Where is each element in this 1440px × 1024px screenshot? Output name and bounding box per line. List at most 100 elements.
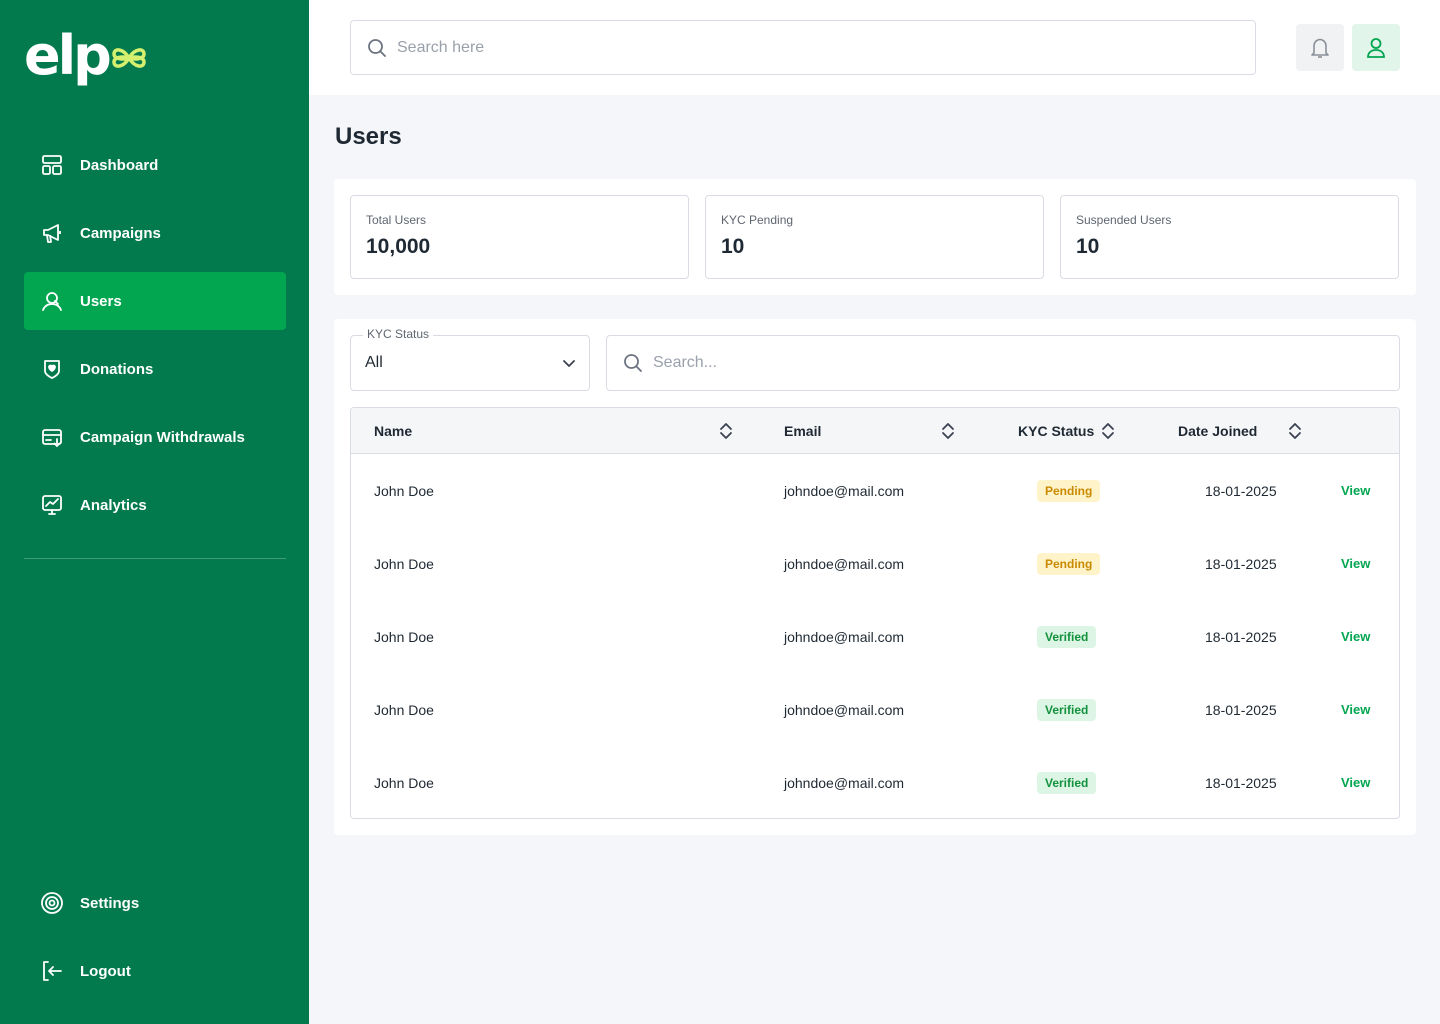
sidebar-item-campaign-withdrawals[interactable]: Campaign Withdrawals bbox=[24, 408, 286, 466]
stat-label: KYC Pending bbox=[721, 213, 794, 227]
sidebar-item-settings[interactable]: Settings bbox=[24, 874, 286, 932]
analytics-icon bbox=[40, 493, 64, 517]
table-header: Name Email KYC Status Date Joined bbox=[351, 408, 1399, 454]
status-badge: Verified bbox=[1037, 771, 1097, 794]
view-link[interactable]: View bbox=[1341, 556, 1370, 571]
logo-mark-icon bbox=[112, 48, 146, 68]
kyc-status-label: KYC Status bbox=[363, 327, 434, 341]
stat-label: Total Users bbox=[366, 213, 427, 227]
table-row: John Doe johndoe@mail.com Verified 18-01… bbox=[351, 746, 1399, 818]
stats-panel: Total Users 10,000 KYC Pending 10 Suspen… bbox=[334, 179, 1416, 295]
cell-kyc-status: Pending bbox=[1037, 454, 1101, 527]
megaphone-icon bbox=[40, 221, 64, 245]
cell-action: View bbox=[1341, 454, 1370, 527]
cell-kyc-status: Verified bbox=[1037, 600, 1097, 673]
users-icon bbox=[40, 289, 64, 313]
stat-label: Suspended Users bbox=[1076, 213, 1172, 227]
cell-action: View bbox=[1341, 746, 1370, 818]
column-header-kyc-status[interactable]: KYC Status bbox=[1018, 408, 1094, 454]
sidebar: elp Dashboard Campaigns Users Donations … bbox=[0, 0, 309, 1024]
sort-icon[interactable] bbox=[716, 421, 736, 441]
cell-date-joined: 18-01-2025 bbox=[1205, 774, 1277, 791]
stat-total-users: Total Users 10,000 bbox=[350, 195, 689, 279]
status-badge: Verified bbox=[1037, 698, 1097, 721]
sidebar-item-label: Dashboard bbox=[80, 156, 159, 174]
global-search[interactable] bbox=[350, 20, 1256, 75]
dashboard-icon bbox=[40, 153, 64, 177]
sort-icon[interactable] bbox=[938, 421, 958, 441]
top-bar bbox=[309, 0, 1440, 95]
kyc-status-select[interactable]: KYC Status All bbox=[350, 327, 590, 391]
cell-email: johndoe@mail.com bbox=[784, 555, 905, 572]
stat-value: 10,000 bbox=[366, 235, 431, 258]
cell-email: johndoe@mail.com bbox=[784, 628, 905, 645]
cell-date-joined: 18-01-2025 bbox=[1205, 628, 1277, 645]
sidebar-item-donations[interactable]: Donations bbox=[24, 340, 286, 398]
cell-email: johndoe@mail.com bbox=[784, 482, 905, 499]
global-search-input[interactable] bbox=[397, 38, 1108, 57]
notifications-button[interactable] bbox=[1296, 24, 1344, 71]
sidebar-item-label: Logout bbox=[80, 962, 131, 980]
sidebar-item-label: Campaign Withdrawals bbox=[80, 428, 245, 446]
users-table: Name Email KYC Status Date Joined John D… bbox=[350, 407, 1400, 819]
cell-name: John Doe bbox=[374, 701, 434, 718]
view-link[interactable]: View bbox=[1341, 702, 1370, 717]
cell-date-joined: 18-01-2025 bbox=[1205, 482, 1277, 499]
status-badge: Verified bbox=[1037, 625, 1097, 648]
chevron-down-icon bbox=[563, 360, 575, 367]
status-badge: Pending bbox=[1037, 552, 1101, 575]
stat-kyc-pending: KYC Pending 10 bbox=[705, 195, 1044, 279]
table-row: John Doe johndoe@mail.com Verified 18-01… bbox=[351, 673, 1399, 746]
cell-kyc-status: Verified bbox=[1037, 673, 1097, 746]
sidebar-item-users[interactable]: Users bbox=[24, 272, 286, 330]
cell-name: John Doe bbox=[374, 482, 434, 499]
sidebar-item-label: Settings bbox=[80, 894, 140, 912]
sidebar-bottom-nav: Settings Logout bbox=[24, 874, 286, 1010]
stat-value: 10 bbox=[721, 235, 745, 258]
logo-text: elp bbox=[24, 24, 112, 87]
sort-icon[interactable] bbox=[1285, 421, 1305, 441]
withdrawal-icon bbox=[40, 425, 64, 449]
view-link[interactable]: View bbox=[1341, 775, 1370, 790]
table-row: John Doe johndoe@mail.com Verified 18-01… bbox=[351, 600, 1399, 673]
sidebar-item-label: Users bbox=[80, 292, 122, 310]
table-row: John Doe johndoe@mail.com Pending 18-01-… bbox=[351, 527, 1399, 600]
view-link[interactable]: View bbox=[1341, 629, 1370, 644]
status-badge: Pending bbox=[1037, 479, 1101, 502]
cell-date-joined: 18-01-2025 bbox=[1205, 555, 1277, 572]
profile-button[interactable] bbox=[1352, 24, 1400, 71]
cell-name: John Doe bbox=[374, 774, 434, 791]
sidebar-item-label: Analytics bbox=[80, 496, 147, 514]
column-header-date-joined[interactable]: Date Joined bbox=[1178, 408, 1257, 454]
stat-value: 10 bbox=[1076, 235, 1100, 258]
sidebar-item-label: Campaigns bbox=[80, 224, 161, 242]
search-icon bbox=[368, 38, 386, 57]
cell-action: View bbox=[1341, 527, 1370, 600]
sidebar-divider bbox=[24, 558, 286, 559]
cell-email: johndoe@mail.com bbox=[784, 701, 905, 718]
table-search[interactable] bbox=[606, 335, 1400, 391]
sidebar-item-campaigns[interactable]: Campaigns bbox=[24, 204, 286, 262]
cell-email: johndoe@mail.com bbox=[784, 774, 905, 791]
sidebar-nav: Dashboard Campaigns Users Donations Camp… bbox=[24, 136, 286, 544]
sidebar-item-analytics[interactable]: Analytics bbox=[24, 476, 286, 534]
sidebar-item-dashboard[interactable]: Dashboard bbox=[24, 136, 286, 194]
cell-name: John Doe bbox=[374, 555, 434, 572]
logo[interactable]: elp bbox=[24, 24, 147, 88]
cell-kyc-status: Verified bbox=[1037, 746, 1097, 818]
search-icon bbox=[624, 354, 642, 372]
sidebar-item-label: Donations bbox=[80, 360, 154, 378]
table-row: John Doe johndoe@mail.com Pending 18-01-… bbox=[351, 454, 1399, 527]
cell-action: View bbox=[1341, 673, 1370, 746]
table-search-input[interactable] bbox=[653, 354, 1274, 372]
gear-icon bbox=[40, 891, 64, 915]
donations-icon bbox=[40, 357, 64, 381]
view-link[interactable]: View bbox=[1341, 483, 1370, 498]
user-icon bbox=[1367, 37, 1385, 58]
cell-action: View bbox=[1341, 600, 1370, 673]
cell-kyc-status: Pending bbox=[1037, 527, 1101, 600]
sort-icon[interactable] bbox=[1098, 421, 1118, 441]
column-header-name[interactable]: Name bbox=[374, 408, 412, 454]
column-header-email[interactable]: Email bbox=[784, 408, 821, 454]
sidebar-item-logout[interactable]: Logout bbox=[24, 942, 286, 1000]
